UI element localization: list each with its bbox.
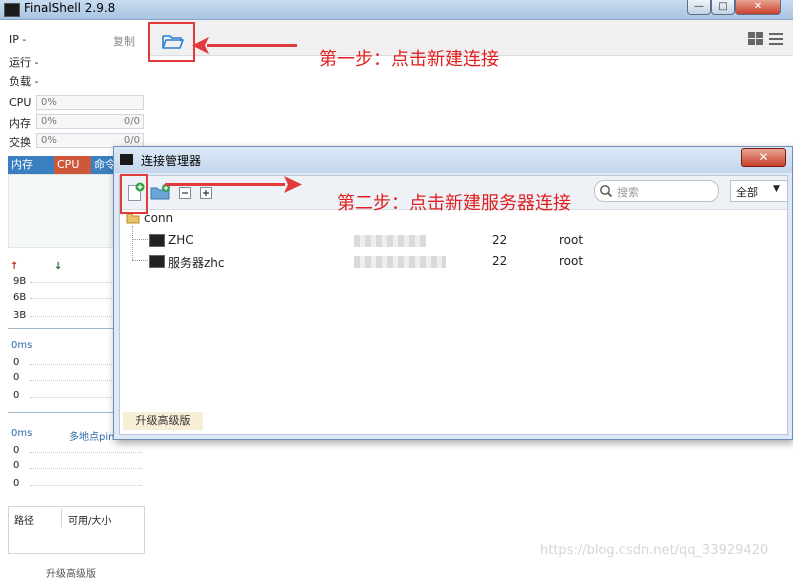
connection-name: ZHC	[168, 233, 194, 247]
gridline	[30, 485, 142, 486]
connection-user: root	[559, 233, 584, 247]
expand-all-button[interactable]	[200, 187, 212, 202]
step2-annotation: 第二步：点击新建服务器连接	[337, 193, 571, 214]
folder-icon	[126, 212, 140, 227]
col-divider	[61, 509, 62, 527]
gridline	[30, 364, 112, 365]
ip-label: IP -	[9, 33, 27, 46]
blurred-host	[354, 256, 446, 268]
gridline	[30, 316, 112, 317]
upgrade-link-cut[interactable]: 升级高级版	[46, 565, 96, 580]
ping-value: 0	[13, 460, 20, 471]
tab-cpu[interactable]: CPU	[54, 156, 96, 174]
tree-folder-conn[interactable]: conn	[144, 211, 173, 225]
cpu-meter: 0%	[36, 95, 144, 110]
divider	[8, 328, 113, 329]
dialog-close-button[interactable]: ✕	[741, 148, 786, 167]
grid-view-icon	[748, 32, 783, 45]
arrow-step1	[207, 44, 297, 47]
load-label: 负载 -	[9, 75, 39, 88]
arrow-head-left-icon	[192, 37, 209, 54]
swap-label: 交换	[9, 136, 31, 149]
arrow-head-right-icon	[284, 176, 302, 193]
highlight-box-step1	[148, 22, 195, 62]
minimize-button[interactable]: —	[687, 0, 711, 15]
process-tabs: 内存 CPU 命令	[8, 156, 122, 174]
gridline	[30, 397, 112, 398]
server-terminal-icon	[149, 255, 165, 268]
connection-user: root	[559, 254, 584, 268]
search-icon	[600, 185, 613, 198]
search-placeholder: 搜索	[617, 186, 639, 199]
filter-selected: 全部	[736, 186, 758, 199]
maximize-button[interactable]: □	[711, 0, 735, 15]
memory-label: 内存	[9, 117, 31, 130]
new-folder-button[interactable]	[150, 184, 172, 203]
disk-col-path: 路径	[14, 516, 34, 527]
gridline	[30, 468, 142, 469]
process-list	[8, 174, 118, 248]
arrow-step2	[165, 183, 285, 186]
collapse-icon	[179, 187, 191, 199]
cpu-label: CPU	[9, 96, 32, 109]
copy-ip-button[interactable]: 复制	[113, 33, 135, 49]
view-toggle[interactable]	[748, 32, 788, 49]
search-input[interactable]: 搜索	[594, 180, 719, 202]
tree-line	[132, 239, 148, 240]
connection-port: 22	[492, 254, 508, 268]
gridline	[30, 282, 112, 283]
ping-value: 0	[13, 445, 20, 456]
connection-port: 22	[492, 233, 508, 247]
server-terminal-icon	[149, 234, 165, 247]
divider	[8, 412, 113, 413]
connection-name: 服务器zhc	[168, 256, 225, 270]
expand-icon	[200, 187, 212, 199]
latency-value: 0	[13, 390, 20, 401]
connection-row[interactable]: 服务器zhc 22 root	[149, 254, 774, 272]
latency-value: 0	[13, 372, 20, 383]
multi-ping-link[interactable]: 多地点ping	[69, 428, 113, 443]
blurred-host	[354, 235, 426, 247]
ping-header: 0ms	[11, 428, 33, 439]
gridline	[30, 298, 112, 299]
new-folder-icon	[150, 184, 170, 200]
upload-arrow-icon: ↑	[10, 261, 19, 272]
step1-annotation: 第一步：点击新建连接	[319, 49, 499, 70]
filter-select[interactable]: 全部 ▼	[730, 180, 788, 202]
gridline	[30, 452, 142, 453]
upgrade-button[interactable]: 升级高级版	[123, 412, 203, 430]
disk-table: 路径 可用/大小	[8, 506, 145, 554]
traffic-tick-3b: 3B	[13, 310, 27, 321]
uptime-label: 运行 -	[9, 56, 39, 69]
tree-line	[132, 226, 134, 260]
terminal-icon	[120, 154, 133, 165]
watermark: https://blog.csdn.net/qq_33929420	[540, 543, 769, 558]
connection-row[interactable]: ZHC 22 root	[149, 233, 774, 251]
memory-meter: 0% 0/0	[36, 114, 144, 129]
gridline	[30, 380, 112, 381]
highlight-box-step2	[120, 174, 148, 214]
dialog-title: 连接管理器	[141, 154, 202, 168]
latency-value: 0	[13, 357, 20, 368]
ping-value: 0	[13, 478, 20, 489]
latency-header: 0ms	[11, 340, 33, 351]
traffic-tick-9b: 9B	[13, 276, 27, 287]
app-icon	[4, 3, 20, 17]
disk-col-size: 可用/大小	[68, 516, 112, 527]
dialog-titlebar: 连接管理器 ✕	[114, 147, 792, 173]
window-titlebar: FinalShell 2.9.8 — □ ✕	[0, 0, 793, 20]
tab-memory[interactable]: 内存	[8, 156, 56, 174]
tree-line	[132, 260, 148, 261]
download-arrow-icon: ↓	[54, 261, 63, 272]
window-title: FinalShell 2.9.8	[24, 1, 116, 15]
chevron-down-icon: ▼	[773, 184, 780, 194]
traffic-tick-6b: 6B	[13, 292, 27, 303]
collapse-all-button[interactable]	[179, 187, 191, 202]
close-window-button[interactable]: ✕	[735, 0, 781, 15]
